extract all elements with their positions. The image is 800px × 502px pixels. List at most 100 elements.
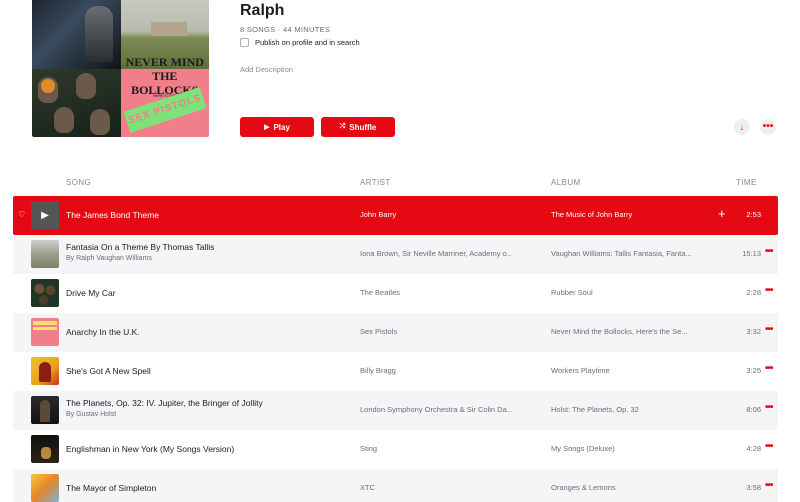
playlist-meta: 8 SONGS · 44 MINUTES bbox=[240, 25, 331, 34]
artwork-cover-3 bbox=[32, 68, 121, 137]
track-row[interactable]: The Mayor of Simpleton XTC Oranges & Lem… bbox=[13, 469, 778, 502]
track-artist[interactable]: Sex Pistols bbox=[360, 327, 542, 336]
artwork-figure bbox=[40, 400, 50, 422]
shuffle-icon: ⤮ bbox=[339, 123, 346, 130]
column-header-time[interactable]: TIME bbox=[736, 178, 757, 187]
publish-option[interactable]: Publish on profile and in search bbox=[240, 38, 360, 47]
add-icon[interactable]: + bbox=[718, 206, 726, 221]
track-duration: 2:28 bbox=[746, 288, 761, 297]
artwork-never-mind: NEVER MIND bbox=[125, 54, 204, 69]
more-icon[interactable]: ••• bbox=[765, 363, 773, 374]
download-button[interactable]: ↓ bbox=[734, 119, 750, 135]
more-icon[interactable]: ••• bbox=[765, 441, 773, 452]
artwork-flower bbox=[41, 78, 55, 93]
artwork-figure bbox=[39, 362, 51, 382]
track-artwork bbox=[31, 240, 59, 268]
track-artist[interactable]: Sting bbox=[360, 444, 542, 453]
track-duration: 2:53 bbox=[746, 210, 761, 219]
track-artist[interactable]: Iona Brown, Sir Neville Marriner, Academ… bbox=[360, 249, 542, 258]
play-icon: ▶ bbox=[264, 124, 270, 131]
publish-checkbox[interactable] bbox=[240, 38, 249, 47]
track-row[interactable]: Fantasia On a Theme By Thomas Tallis By … bbox=[13, 235, 778, 274]
track-album[interactable]: The Music of John Barry bbox=[551, 210, 719, 219]
track-duration: 3:32 bbox=[746, 327, 761, 336]
track-artwork bbox=[31, 435, 59, 463]
artwork-guitar bbox=[41, 447, 51, 459]
artwork-cover-4: NEVER MIND THE BOLLOCKS HERE'S THE SEX P… bbox=[120, 55, 209, 137]
track-duration: 3:58 bbox=[746, 483, 761, 492]
artwork-head bbox=[90, 108, 110, 135]
column-header-song[interactable]: SONG bbox=[66, 178, 91, 187]
track-duration: 4:28 bbox=[746, 444, 761, 453]
track-table-header: SONG ARTIST ALBUM TIME bbox=[0, 176, 800, 192]
download-icon: ↓ bbox=[739, 122, 745, 132]
track-album[interactable]: Rubber Soul bbox=[551, 288, 719, 297]
playlist-header: NEVER MIND THE BOLLOCKS HERE'S THE SEX P… bbox=[0, 0, 800, 150]
track-title: The Mayor of Simpleton bbox=[66, 483, 157, 493]
track-list: ♡ ▶ The James Bond Theme John Barry The … bbox=[13, 196, 778, 502]
track-composer: By Ralph Vaughan Williams bbox=[66, 255, 152, 262]
track-artist[interactable]: XTC bbox=[360, 483, 542, 492]
add-description-link[interactable]: Add Description bbox=[240, 65, 293, 74]
artwork-cover-1 bbox=[32, 0, 121, 69]
track-artist[interactable]: John Barry bbox=[360, 210, 542, 219]
column-header-album[interactable]: ALBUM bbox=[551, 178, 581, 187]
track-title: Fantasia On a Theme By Thomas Tallis bbox=[66, 242, 215, 252]
track-album[interactable]: Holst: The Planets, Op. 32 bbox=[551, 405, 719, 414]
publish-label: Publish on profile and in search bbox=[255, 38, 360, 47]
track-artwork bbox=[31, 357, 59, 385]
shuffle-button[interactable]: ⤮ Shuffle bbox=[321, 117, 395, 137]
play-label: Play bbox=[273, 122, 290, 132]
play-icon: ▶ bbox=[41, 209, 49, 221]
column-header-artist[interactable]: ARTIST bbox=[360, 178, 391, 187]
track-row[interactable]: The Planets, Op. 32: IV. Jupiter, the Br… bbox=[13, 391, 778, 430]
track-artwork bbox=[31, 318, 59, 346]
track-duration: 3:25 bbox=[746, 366, 761, 375]
track-title: Drive My Car bbox=[66, 288, 116, 298]
track-title: The James Bond Theme bbox=[66, 210, 159, 220]
track-artist[interactable]: Billy Bragg bbox=[360, 366, 542, 375]
track-row[interactable]: She's Got A New Spell Billy Bragg Worker… bbox=[13, 352, 778, 391]
more-icon[interactable]: ••• bbox=[765, 285, 773, 296]
track-artist[interactable]: The Beatles bbox=[360, 288, 542, 297]
track-composer: By Gustav Holst bbox=[66, 411, 117, 418]
track-title: Englishman in New York (My Songs Version… bbox=[66, 444, 235, 454]
track-row[interactable]: Englishman in New York (My Songs Version… bbox=[13, 430, 778, 469]
track-artist[interactable]: London Symphony Orchestra & Sir Colin Da… bbox=[360, 405, 542, 414]
more-icon[interactable]: ••• bbox=[765, 324, 773, 335]
track-album[interactable]: Vaughan Williams: Tallis Fantasia, Fanta… bbox=[551, 249, 719, 258]
track-play-button[interactable]: ▶ bbox=[31, 201, 59, 229]
track-duration: 15:13 bbox=[742, 249, 761, 258]
more-icon[interactable]: ••• bbox=[765, 246, 773, 257]
track-title: Anarchy In the U.K. bbox=[66, 327, 140, 337]
track-artwork bbox=[31, 279, 59, 307]
track-artwork bbox=[31, 396, 59, 424]
artwork-house bbox=[150, 22, 187, 36]
track-artwork bbox=[31, 474, 59, 502]
track-row[interactable]: Drive My Car The Beatles Rubber Soul 2:2… bbox=[13, 274, 778, 313]
artwork-head bbox=[54, 106, 74, 133]
artwork-stripe bbox=[33, 321, 57, 325]
playlist-title: Ralph bbox=[240, 2, 285, 19]
more-icon: ••• bbox=[762, 121, 774, 132]
artwork-head bbox=[38, 76, 58, 103]
track-album[interactable]: My Songs (Deluxe) bbox=[551, 444, 719, 453]
playlist-artwork: NEVER MIND THE BOLLOCKS HERE'S THE SEX P… bbox=[32, 0, 209, 137]
track-duration: 8:06 bbox=[746, 405, 761, 414]
track-row[interactable]: Anarchy In the U.K. Sex Pistols Never Mi… bbox=[13, 313, 778, 352]
track-album[interactable]: Never Mind the Bollocks, Here's the Se..… bbox=[551, 327, 719, 336]
artwork-stripe bbox=[33, 327, 57, 330]
play-button[interactable]: ▶ Play bbox=[240, 117, 314, 137]
heart-icon[interactable]: ♡ bbox=[18, 210, 25, 219]
more-icon[interactable]: ••• bbox=[765, 402, 773, 413]
track-row-playing[interactable]: ♡ ▶ The James Bond Theme John Barry The … bbox=[13, 196, 778, 235]
more-icon[interactable]: ••• bbox=[765, 480, 773, 491]
track-title: The Planets, Op. 32: IV. Jupiter, the Br… bbox=[66, 398, 263, 408]
track-title: She's Got A New Spell bbox=[66, 366, 151, 376]
track-album[interactable]: Oranges & Lemons bbox=[551, 483, 719, 492]
artwork-face bbox=[84, 6, 113, 62]
artwork-head bbox=[76, 72, 96, 99]
track-album[interactable]: Workers Playtime bbox=[551, 366, 719, 375]
shuffle-label: Shuffle bbox=[349, 122, 377, 132]
more-options-button[interactable]: ••• bbox=[760, 119, 776, 135]
